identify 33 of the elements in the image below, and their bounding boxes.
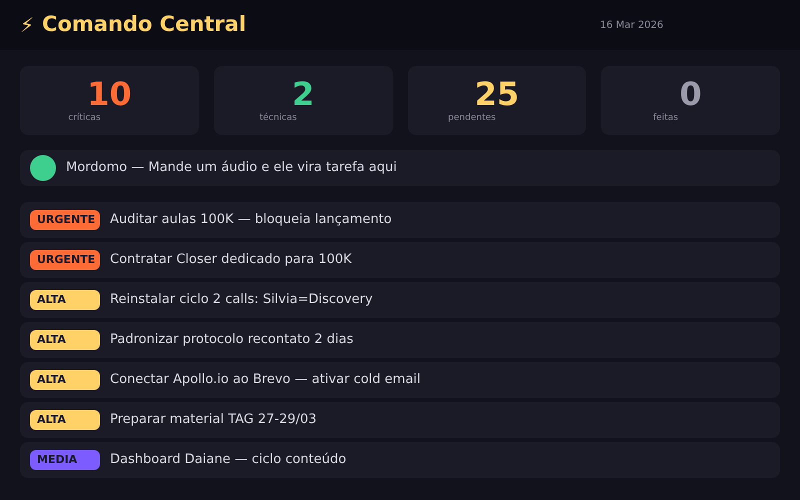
task-row[interactable]: ALTA Preparar material TAG 27-29/03 bbox=[20, 402, 780, 438]
stat-label: críticas bbox=[68, 112, 101, 125]
assistant-text: Mordomo — Mande um áudio e ele vira tarefa aqui bbox=[66, 159, 397, 178]
task-row[interactable]: ALTA Reinstalar ciclo 2 calls: Silvia=Discovery bbox=[20, 282, 780, 318]
priority-badge: ALTA bbox=[30, 330, 100, 350]
task-title: Auditar aulas 100K — bloqueia lançamento bbox=[110, 211, 392, 230]
stat-label: feitas bbox=[653, 112, 678, 125]
stat-value: 25 bbox=[474, 76, 520, 112]
task-row[interactable]: ALTA Padronizar protocolo recontato 2 dias bbox=[20, 322, 780, 358]
task-row[interactable]: URGENTE Contratar Closer dedicado para 100K bbox=[20, 242, 780, 278]
task-title: Padronizar protocolo recontato 2 dias bbox=[110, 331, 354, 350]
lightning-icon: ⚡ bbox=[20, 10, 34, 40]
priority-badge: ALTA bbox=[30, 290, 100, 310]
task-title: Reinstalar ciclo 2 calls: Silvia=Discovery bbox=[110, 291, 373, 310]
task-row[interactable]: MEDIA Dashboard Daiane — ciclo conteúdo bbox=[20, 442, 780, 478]
task-title: Dashboard Daiane — ciclo conteúdo bbox=[110, 451, 346, 470]
stat-value: 2 bbox=[292, 76, 314, 112]
date-label: 16 Mar 2026 bbox=[600, 19, 664, 33]
priority-badge: ALTA bbox=[30, 410, 100, 430]
stat-label: técnicas bbox=[259, 112, 297, 125]
page-title: Comando Central bbox=[42, 11, 246, 38]
task-title: Contratar Closer dedicado para 100K bbox=[110, 251, 352, 270]
task-row[interactable]: URGENTE Auditar aulas 100K — bloqueia lançamento bbox=[20, 202, 780, 238]
task-title: Conectar Apollo.io ao Brevo — ativar cold email bbox=[110, 371, 421, 390]
task-row[interactable]: ALTA Conectar Apollo.io ao Brevo — ativar cold email bbox=[20, 362, 780, 398]
stat-label: pendentes bbox=[448, 112, 496, 125]
priority-badge: MEDIA bbox=[30, 450, 100, 470]
priority-badge: ALTA bbox=[30, 370, 100, 390]
priority-badge: URGENTE bbox=[30, 210, 100, 230]
stat-value: 10 bbox=[87, 76, 132, 112]
task-title: Preparar material TAG 27-29/03 bbox=[110, 411, 317, 430]
priority-badge: URGENTE bbox=[30, 250, 100, 270]
stat-value: 0 bbox=[679, 76, 702, 112]
